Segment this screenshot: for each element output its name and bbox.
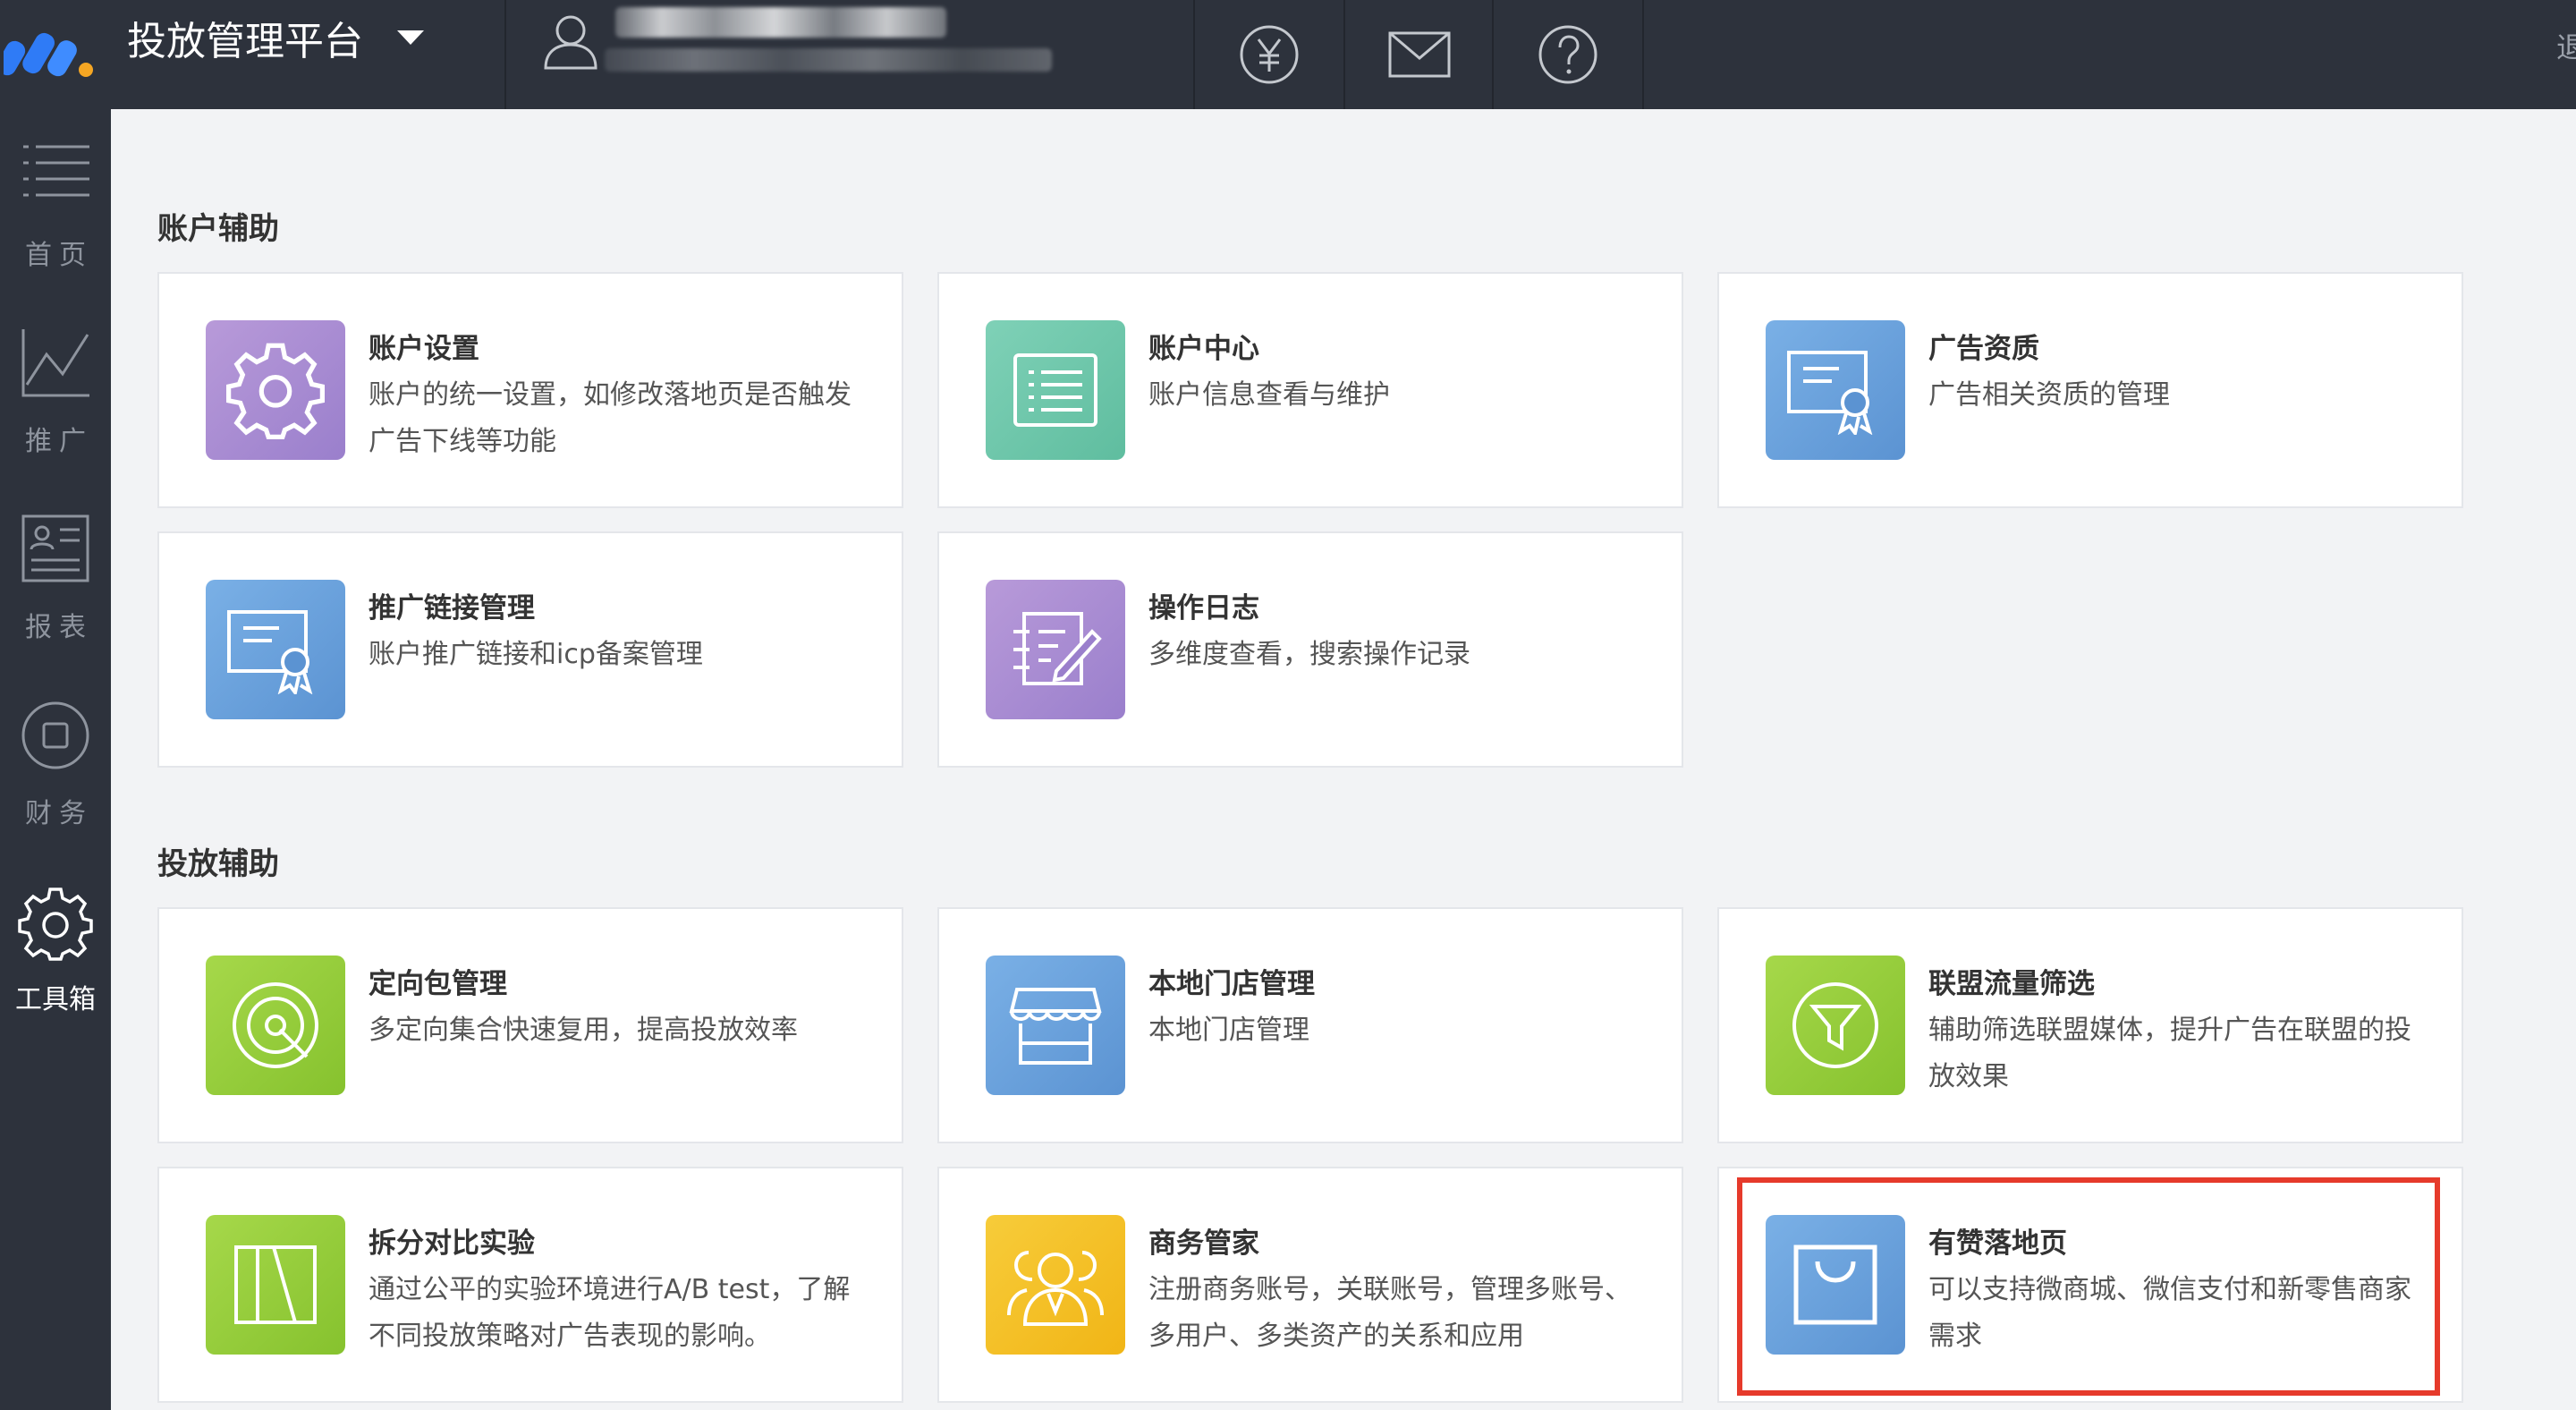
finance-button[interactable] <box>1195 0 1343 109</box>
icon-tile <box>1766 320 1905 460</box>
app-logo-icon[interactable] <box>4 23 97 79</box>
user-name-blurred <box>615 7 946 38</box>
logout-link[interactable]: 退 <box>2556 25 2576 66</box>
shopping-bag-icon <box>1793 1244 1877 1325</box>
menu-list-icon <box>23 145 89 197</box>
icon-tile <box>986 1215 1125 1355</box>
icon-tile <box>206 320 345 460</box>
yuan-icon <box>1240 25 1299 84</box>
card-description: 账户推广链接和icp备案管理 <box>369 639 703 670</box>
messages-button[interactable] <box>1345 0 1494 109</box>
list-icon <box>1013 353 1097 427</box>
card-description: 辅助筛选联盟媒体，提升广告在联盟的投放效果 <box>1928 1015 2411 1092</box>
certificate-icon <box>1787 351 1873 435</box>
section-title-delivery: 投放辅助 <box>157 846 279 882</box>
tool-card-promo-link[interactable]: 推广链接管理 账户推广链接和icp备案管理 <box>157 531 903 768</box>
log-icon <box>1013 612 1102 685</box>
mail-icon <box>1388 31 1451 78</box>
card-title: 商务管家 <box>1148 1227 1259 1260</box>
card-description: 广告相关资质的管理 <box>1928 379 2170 411</box>
help-button[interactable] <box>1494 0 1642 109</box>
user-icon[interactable] <box>542 11 599 70</box>
tool-card-ad-qualification[interactable]: 广告资质 广告相关资质的管理 <box>1717 272 2463 508</box>
icon-tile <box>206 1215 345 1355</box>
sidebar-item-reports[interactable]: 报表 <box>0 481 111 651</box>
sidebar-item-label: 推广 <box>25 426 93 457</box>
sidebar-item-label: 报表 <box>25 612 93 643</box>
card-title: 账户中心 <box>1148 333 1259 365</box>
sidebar-item-toolbox[interactable]: 工具箱 <box>0 854 111 1024</box>
finance-icon <box>21 701 89 769</box>
store-icon <box>1009 988 1102 1065</box>
tool-card-ab-test[interactable]: 拆分对比实验 通过公平的实验环境进行A/B test，了解不同投放策略对广告表现… <box>157 1167 903 1403</box>
icon-tile <box>986 580 1125 719</box>
tool-card-youzan-landing-page[interactable]: 有赞落地页 可以支持微商城、微信支付和新零售商家需求 <box>1717 1167 2463 1403</box>
card-description: 可以支持微商城、微信支付和新零售商家需求 <box>1928 1274 2411 1352</box>
card-title: 联盟流量筛选 <box>1928 968 2095 1000</box>
sidebar-item-label: 工具箱 <box>15 984 96 1015</box>
icon-tile <box>1766 1215 1905 1355</box>
card-title: 本地门店管理 <box>1148 968 1315 1000</box>
tool-card-operation-log[interactable]: 操作日志 多维度查看，搜索操作记录 <box>937 531 1683 768</box>
split-icon <box>234 1245 317 1324</box>
report-icon <box>21 514 89 582</box>
icon-tile <box>986 956 1125 1095</box>
card-title: 广告资质 <box>1928 333 2039 365</box>
tool-card-traffic-filter[interactable]: 联盟流量筛选 辅助筛选联盟媒体，提升广告在联盟的投放效果 <box>1717 907 2463 1143</box>
divider <box>504 0 506 109</box>
line-chart-icon <box>21 329 89 397</box>
certificate-icon <box>227 610 313 694</box>
card-description: 账户的统一设置，如修改落地页是否触发广告下线等功能 <box>369 379 852 457</box>
icon-tile <box>1766 956 1905 1095</box>
gear-icon <box>18 888 93 961</box>
divider <box>1642 0 1644 109</box>
card-description: 本地门店管理 <box>1148 1015 1309 1046</box>
sidebar-item-home[interactable]: 首页 <box>0 109 111 279</box>
platform-title[interactable]: 投放管理平台 <box>127 11 363 73</box>
tool-card-business-manager[interactable]: 商务管家 注册商务账号，关联账号，管理多账号、多用户、多类资产的关系和应用 <box>937 1167 1683 1403</box>
card-title: 拆分对比实验 <box>369 1227 535 1260</box>
card-description: 多维度查看，搜索操作记录 <box>1148 639 1470 670</box>
gear-icon <box>226 343 325 439</box>
tool-card-account-center[interactable]: 账户中心 账户信息查看与维护 <box>937 272 1683 508</box>
icon-tile <box>206 956 345 1095</box>
chevron-down-icon[interactable] <box>397 30 424 47</box>
sidebar-item-label: 财务 <box>25 798 93 829</box>
help-icon <box>1538 25 1597 84</box>
card-description: 注册商务账号，关联账号，管理多账号、多用户、多类资产的关系和应用 <box>1148 1274 1631 1352</box>
tool-card-targeting-package[interactable]: 定向包管理 多定向集合快速复用，提高投放效率 <box>157 907 903 1143</box>
top-navigation-bar: 投放管理平台 退 <box>0 0 2576 109</box>
sidebar-item-label: 首页 <box>25 240 93 271</box>
sidebar-item-finance[interactable]: 财务 <box>0 667 111 837</box>
sidebar: 首页 推广 报表 财务 工具箱 <box>0 109 111 1410</box>
icon-tile <box>206 580 345 719</box>
tool-card-local-store[interactable]: 本地门店管理 本地门店管理 <box>937 907 1683 1143</box>
user-account-blurred <box>605 48 1052 72</box>
section-title-account: 账户辅助 <box>157 211 279 247</box>
filter-icon <box>1792 982 1878 1068</box>
card-title: 账户设置 <box>369 333 479 365</box>
card-description: 多定向集合快速复用，提高投放效率 <box>369 1015 798 1046</box>
target-icon <box>233 982 318 1068</box>
card-description: 账户信息查看与维护 <box>1148 379 1390 411</box>
tool-card-account-settings[interactable]: 账户设置 账户的统一设置，如修改落地页是否触发广告下线等功能 <box>157 272 903 508</box>
card-title: 有赞落地页 <box>1928 1227 2067 1260</box>
icon-tile <box>986 320 1125 460</box>
card-title: 推广链接管理 <box>369 592 535 624</box>
users-icon <box>1007 1251 1104 1326</box>
card-title: 定向包管理 <box>369 968 507 1000</box>
card-title: 操作日志 <box>1148 592 1259 624</box>
sidebar-item-promotion[interactable]: 推广 <box>0 295 111 465</box>
card-description: 通过公平的实验环境进行A/B test，了解不同投放策略对广告表现的影响。 <box>369 1274 851 1352</box>
